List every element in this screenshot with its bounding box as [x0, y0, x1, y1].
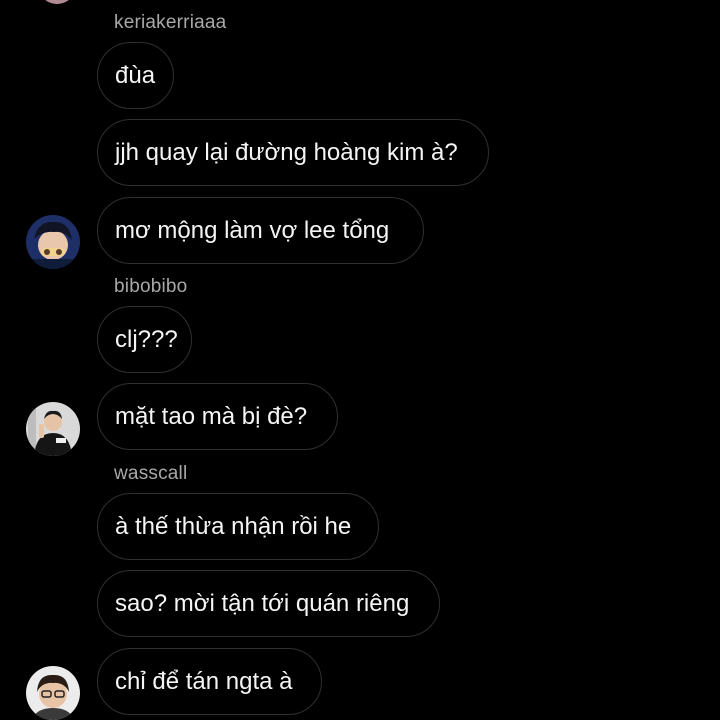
- message-text: mơ mộng làm vợ lee tổng: [115, 216, 390, 244]
- message-text: clj???: [115, 325, 178, 353]
- message-text: à thế thừa nhận rồi he: [115, 512, 352, 540]
- message-text: chỉ để tán ngta à: [115, 667, 293, 695]
- message-bubble[interactable]: mặt tao mà bị đè?: [97, 383, 338, 450]
- sender-username[interactable]: keriakerriaaa: [114, 13, 226, 32]
- message-bubble[interactable]: chỉ để tán ngta à: [97, 648, 322, 715]
- message-bubble[interactable]: jjh quay lại đường hoàng kim à?: [97, 119, 489, 186]
- message-bubble[interactable]: sao? mời tận tới quán riêng: [97, 570, 440, 637]
- message-bubble[interactable]: à thế thừa nhận rồi he: [97, 493, 379, 560]
- message-bubble[interactable]: đùa: [97, 42, 174, 109]
- message-bubble[interactable]: clj???: [97, 306, 192, 373]
- message-bubble[interactable]: mơ mộng làm vợ lee tổng: [97, 197, 424, 264]
- message-text: mặt tao mà bị đè?: [115, 402, 308, 430]
- sender-username[interactable]: bibobibo: [114, 277, 187, 296]
- sender-username[interactable]: wasscall: [114, 464, 187, 483]
- user-avatar-icon[interactable]: [26, 666, 80, 720]
- message-text: đùa: [115, 61, 156, 89]
- message-text: jjh quay lại đường hoàng kim à?: [115, 138, 458, 166]
- user-avatar-icon[interactable]: [26, 215, 80, 269]
- message-text: sao? mời tận tới quán riêng: [115, 589, 410, 617]
- user-avatar-icon[interactable]: [26, 402, 80, 456]
- avatar-previous-icon[interactable]: [38, 0, 76, 4]
